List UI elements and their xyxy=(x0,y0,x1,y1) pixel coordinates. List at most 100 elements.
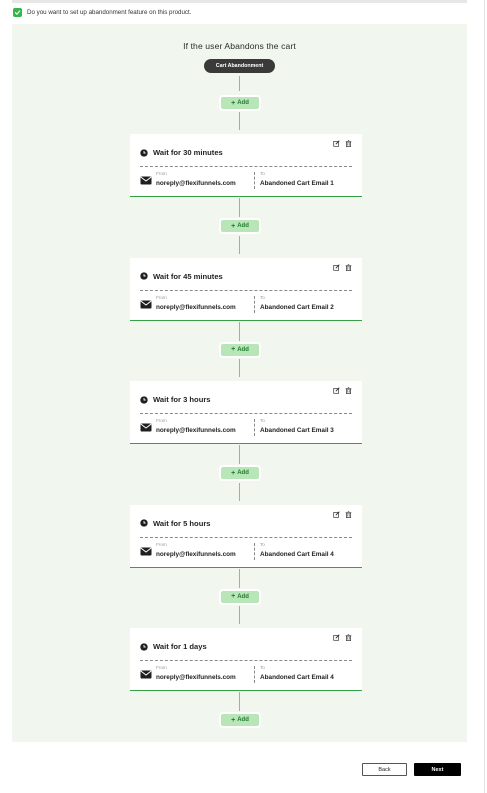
plus-icon: + xyxy=(231,469,236,477)
wait-row: Wait for 3 hours xyxy=(140,395,211,404)
from-email: noreply@flexifunnels.com xyxy=(156,674,236,681)
mail-icon xyxy=(140,547,152,555)
from-email: noreply@flexifunnels.com xyxy=(156,550,236,558)
clock-icon xyxy=(140,148,148,157)
step-actions xyxy=(333,263,352,271)
flow-connector xyxy=(239,321,240,341)
card-divider xyxy=(140,536,352,538)
mail-icon xyxy=(140,670,152,679)
plus-icon: + xyxy=(231,222,236,230)
add-step-button[interactable]: + Add xyxy=(221,97,259,109)
flow-step-card: Wait for 1 days From noreply@flexifunnels.… xyxy=(130,628,362,691)
from-email: noreply@flexifunnels.com xyxy=(156,180,236,187)
wait-row: Wait for 1 days xyxy=(140,642,207,651)
flow-connector xyxy=(239,198,240,217)
check-icon xyxy=(14,9,21,15)
add-step-button[interactable]: + Add xyxy=(221,220,259,232)
flow-connector xyxy=(239,359,240,377)
add-step-label: Add xyxy=(237,593,249,600)
wait-label: Wait for 3 hours xyxy=(153,395,211,404)
top-divider xyxy=(12,0,467,3)
flow-connector xyxy=(239,445,240,464)
flow-step-card: Wait for 3 hours From noreply@flexifunnels… xyxy=(130,381,362,444)
trash-icon[interactable] xyxy=(345,387,352,394)
field-separator xyxy=(254,295,255,313)
trash-icon[interactable] xyxy=(345,510,352,518)
to-template: Abandoned Cart Email 2 xyxy=(260,303,334,311)
mail-icon xyxy=(140,300,152,308)
from-email: noreply@flexifunnels.com xyxy=(156,303,236,311)
to-template: Abandoned Cart Email 1 xyxy=(260,180,334,187)
step-actions xyxy=(333,510,352,518)
step-actions xyxy=(333,387,352,394)
abandonment-consent[interactable]: Do you want to set up abandonment featur… xyxy=(13,6,191,18)
wait-label: Wait for 30 minutes xyxy=(153,148,223,157)
wait-row: Wait for 45 minutes xyxy=(140,272,223,281)
edit-icon[interactable] xyxy=(333,634,340,641)
scrollbar-track[interactable] xyxy=(484,0,485,793)
from-caption: From xyxy=(156,665,167,670)
to-template: Abandoned Cart Email 4 xyxy=(260,550,334,558)
trash-icon[interactable] xyxy=(345,634,352,641)
flow-step-card: Wait for 45 minutes From noreply@flexifunn… xyxy=(130,257,362,321)
plus-icon: + xyxy=(231,593,236,600)
flow-connector xyxy=(239,76,240,91)
to-caption: To xyxy=(260,294,265,300)
edit-icon[interactable] xyxy=(333,510,340,518)
edit-icon[interactable] xyxy=(333,387,340,394)
add-step-label: Add xyxy=(237,223,249,229)
field-separator xyxy=(254,666,255,683)
flow-step-card: Wait for 5 hours From noreply@flexifunnels… xyxy=(130,504,362,568)
field-separator xyxy=(254,419,255,436)
wait-label: Wait for 45 minutes xyxy=(153,271,223,281)
consent-label: Do you want to set up abandonment featur… xyxy=(27,8,192,16)
abandonment-checkbox[interactable] xyxy=(13,7,22,17)
next-button[interactable]: Next xyxy=(414,763,461,776)
add-step-button[interactable]: + Add xyxy=(221,590,259,603)
to-caption: To xyxy=(260,665,265,670)
field-separator xyxy=(254,542,255,560)
plus-icon: + xyxy=(231,346,236,353)
trash-icon[interactable] xyxy=(345,140,352,147)
wait-row: Wait for 5 hours xyxy=(140,519,211,528)
flow-step-card: Wait for 30 minutes From noreply@flexifunn… xyxy=(130,134,362,197)
card-divider xyxy=(140,166,352,167)
trigger-pill: Cart Abandonment xyxy=(204,59,275,73)
step-actions xyxy=(333,634,352,641)
clock-icon xyxy=(140,395,148,404)
from-email: noreply@flexifunnels.com xyxy=(156,427,236,434)
flow-title: If the user Abandons the cart xyxy=(183,41,296,51)
add-step-label: Add xyxy=(237,470,249,476)
add-step-label: Add xyxy=(237,346,249,353)
edit-icon[interactable] xyxy=(333,263,340,271)
from-caption: From xyxy=(156,294,167,300)
add-step-label: Add xyxy=(237,100,249,106)
plus-icon: + xyxy=(231,99,236,107)
to-caption: To xyxy=(260,541,265,547)
clock-icon xyxy=(140,519,148,527)
card-divider xyxy=(140,413,352,414)
add-step-button[interactable]: + Add xyxy=(221,467,259,479)
flow-connector xyxy=(239,692,240,711)
wait-row: Wait for 30 minutes xyxy=(140,148,223,157)
flow-connector xyxy=(239,606,240,624)
flow-connector xyxy=(239,568,240,588)
to-template: Abandoned Cart Email 4 xyxy=(260,674,334,681)
add-step-button[interactable]: + Add xyxy=(221,343,259,356)
card-divider xyxy=(140,660,352,661)
clock-icon xyxy=(140,272,148,280)
to-template: Abandoned Cart Email 3 xyxy=(260,427,334,434)
to-caption: To xyxy=(260,171,265,176)
mail-icon xyxy=(140,176,152,185)
wait-label: Wait for 1 days xyxy=(153,642,207,651)
add-step-button[interactable]: + Add xyxy=(221,714,259,726)
mail-icon xyxy=(140,423,152,432)
edit-icon[interactable] xyxy=(333,140,340,147)
add-step-label: Add xyxy=(237,717,249,723)
from-caption: From xyxy=(156,418,167,423)
clock-icon xyxy=(140,642,148,651)
wait-label: Wait for 5 hours xyxy=(153,518,211,528)
back-button[interactable]: Back xyxy=(362,763,407,776)
trash-icon[interactable] xyxy=(345,263,352,271)
to-caption: To xyxy=(260,418,265,423)
